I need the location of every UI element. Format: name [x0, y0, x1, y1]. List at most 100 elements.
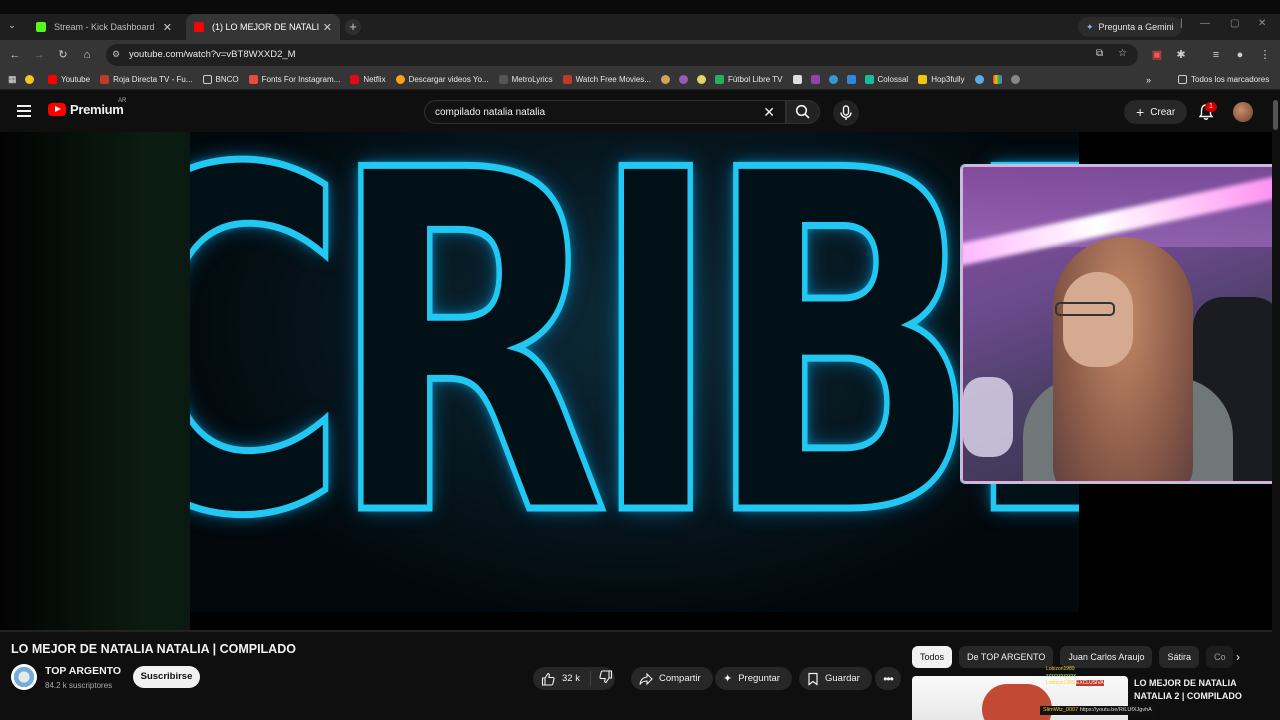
media-controls-icon[interactable]: ≡: [1208, 47, 1224, 63]
save-button[interactable]: Guardar: [799, 667, 872, 690]
like-count: 32 k: [562, 673, 580, 684]
scrollbar-thumb[interactable]: [1273, 100, 1278, 130]
microphone-icon: [840, 105, 852, 120]
create-button[interactable]: + Crear: [1124, 100, 1188, 124]
next-video-title[interactable]: LO MEJOR DE NATALIA NATALIA 2 | COMPILAD…: [1134, 677, 1274, 703]
chip-de-top-argento[interactable]: De TOP ARGENTO: [959, 646, 1054, 668]
page-scrollbar[interactable]: [1272, 92, 1280, 720]
home-icon[interactable]: ⌂: [79, 47, 95, 63]
chip-juan-carlos-araujo[interactable]: Juan Carlos Araujo: [1060, 646, 1153, 668]
tab-youtube-video[interactable]: (1) LO MEJOR DE NATALIA NATALIA ✕: [186, 14, 340, 40]
chip-satira[interactable]: Sátira: [1159, 646, 1199, 668]
tab-title: (1) LO MEJOR DE NATALIA NATALIA: [212, 22, 319, 32]
bookmark-favicon-icon[interactable]: [974, 75, 984, 84]
forward-icon[interactable]: →: [31, 47, 47, 63]
bookmark-item[interactable]: Hop3fully: [918, 75, 965, 84]
hamburger-menu-icon[interactable]: [17, 105, 31, 117]
bookmark-item[interactable]: Watch Free Movies...: [562, 75, 651, 84]
channel-avatar[interactable]: [11, 664, 37, 690]
url-text[interactable]: youtube.com/watch?v=vBT8WXXD2_M: [129, 49, 296, 60]
extensions-puzzle-icon[interactable]: ✱: [1173, 47, 1189, 63]
share-arrow-icon: [639, 672, 653, 685]
close-tab-icon[interactable]: ✕: [323, 21, 332, 34]
channel-name[interactable]: TOP ARGENTO: [45, 665, 121, 677]
chip-todos[interactable]: Todos: [912, 646, 953, 668]
globe-favicon-icon[interactable]: [1010, 75, 1020, 84]
stream-chat-overlay: Lobizon1989 xxxxxxxxxxxx Lobizon1989 EXC…: [1046, 666, 1104, 687]
glasses: [1055, 302, 1115, 316]
bookmark-favicon-icon[interactable]: [810, 75, 820, 84]
bookmark-item[interactable]: Fútbol Libre TV: [714, 75, 783, 84]
more-bookmarks-icon[interactable]: »: [1146, 75, 1151, 85]
more-actions-button[interactable]: •••: [875, 667, 901, 690]
youtube-premium-logo[interactable]: Premium AR: [48, 98, 126, 117]
folder-icon: [1178, 75, 1187, 84]
folder-icon: [202, 75, 212, 84]
bookmark-star-icon[interactable]: ☆: [1118, 48, 1127, 59]
chat-line: Lobizon1989: [1046, 666, 1075, 672]
close-tab-icon[interactable]: ✕: [163, 21, 172, 34]
smiley-favicon-icon: [25, 75, 34, 84]
gemini-label: Pregunta a Gemini: [1098, 22, 1174, 32]
close-window-icon[interactable]: ✕: [1258, 18, 1266, 29]
subscribe-button[interactable]: Suscribirse: [133, 666, 200, 688]
chevron-right-icon[interactable]: ›: [1236, 650, 1240, 664]
thumbs-up-icon: [541, 672, 555, 686]
share-button[interactable]: Compartir: [631, 667, 713, 690]
bookmark-item[interactable]: Colossal: [864, 75, 908, 84]
bookmark-item[interactable]: BNCO: [202, 75, 239, 84]
bookmark-favicon-icon[interactable]: [792, 75, 802, 84]
bookmark-favicon-icon[interactable]: [660, 75, 670, 84]
chip-truncated[interactable]: Co: [1205, 646, 1234, 668]
profile-icon[interactable]: ●: [1232, 47, 1248, 63]
back-icon[interactable]: ←: [7, 47, 23, 63]
bookmark-item[interactable]: Netflix: [350, 75, 386, 84]
install-app-icon[interactable]: ⧉: [1096, 48, 1103, 59]
bookmark-item[interactable]: [25, 75, 38, 84]
new-tab-button[interactable]: +: [345, 19, 361, 35]
search-input[interactable]: compilado natalia natalia: [435, 107, 545, 118]
bookmark-favicon-icon[interactable]: [828, 75, 838, 84]
gemini-sparkle-icon: ✦: [1086, 21, 1094, 32]
all-bookmarks-folder[interactable]: Todos los marcadores: [1178, 75, 1269, 84]
search-box[interactable]: compilado natalia natalia ✕: [424, 100, 786, 124]
video-frame[interactable]: CRIBE: [190, 132, 1079, 612]
dislike-button[interactable]: [591, 670, 613, 687]
voice-search-button[interactable]: [833, 100, 859, 126]
bookmark-item[interactable]: Fonts For Instagram...: [248, 75, 340, 84]
bookmark-item[interactable]: Descargar videos Yo...: [395, 75, 489, 84]
minimize-icon[interactable]: —: [1200, 18, 1210, 29]
bookmark-item[interactable]: Youtube: [48, 75, 90, 84]
more-horizontal-icon: •••: [883, 671, 894, 686]
tab-kick-dashboard[interactable]: Stream - Kick Dashboard ✕: [28, 14, 180, 40]
gemini-button[interactable]: ✦ Pregunta a Gemini: [1078, 17, 1182, 37]
maximize-icon[interactable]: ▢: [1230, 18, 1239, 29]
chrome-menu-icon[interactable]: ⋮: [1257, 47, 1273, 63]
stream-link: https://youtu.be/RtLUfXJgvhA: [1079, 707, 1152, 713]
progress-bar[interactable]: [0, 630, 1280, 632]
bookmark-favicon-icon[interactable]: [678, 75, 688, 84]
bookmark-item[interactable]: Roja Directa TV - Fu...: [100, 75, 193, 84]
save-label: Guardar: [825, 673, 860, 684]
ask-button[interactable]: ✦ Preguntar: [715, 667, 792, 690]
extension-icon[interactable]: ▣: [1149, 47, 1165, 63]
search-button[interactable]: [786, 100, 820, 124]
site-info-icon[interactable]: ⚙: [112, 49, 120, 60]
account-avatar[interactable]: [1233, 102, 1253, 122]
bookmark-favicon-icon[interactable]: [846, 75, 856, 84]
clear-search-icon[interactable]: ✕: [763, 104, 775, 121]
apps-grid-icon[interactable]: ▦: [8, 74, 17, 85]
hop3fully-favicon-icon: [918, 75, 928, 84]
like-button[interactable]: 32 k: [533, 671, 591, 686]
bookmark-item[interactable]: MetroLyrics: [498, 75, 553, 84]
bookmark-favicon-icon[interactable]: [696, 75, 706, 84]
youtube-header: Premium AR compilado natalia natalia ✕ +…: [0, 92, 1280, 132]
neon-text: CRIBE: [190, 132, 1079, 612]
rojadirecta-favicon-icon: [100, 75, 110, 84]
reload-icon[interactable]: ↻: [55, 47, 71, 63]
bookmark-favicon-icon[interactable]: [992, 75, 1002, 84]
divider: |: [1180, 18, 1183, 29]
metrolyrics-favicon-icon: [498, 75, 508, 84]
address-bar[interactable]: ⚙ youtube.com/watch?v=vBT8WXXD2_M ⧉ ☆: [106, 44, 1138, 66]
tab-search-icon[interactable]: ⌄: [5, 20, 19, 34]
